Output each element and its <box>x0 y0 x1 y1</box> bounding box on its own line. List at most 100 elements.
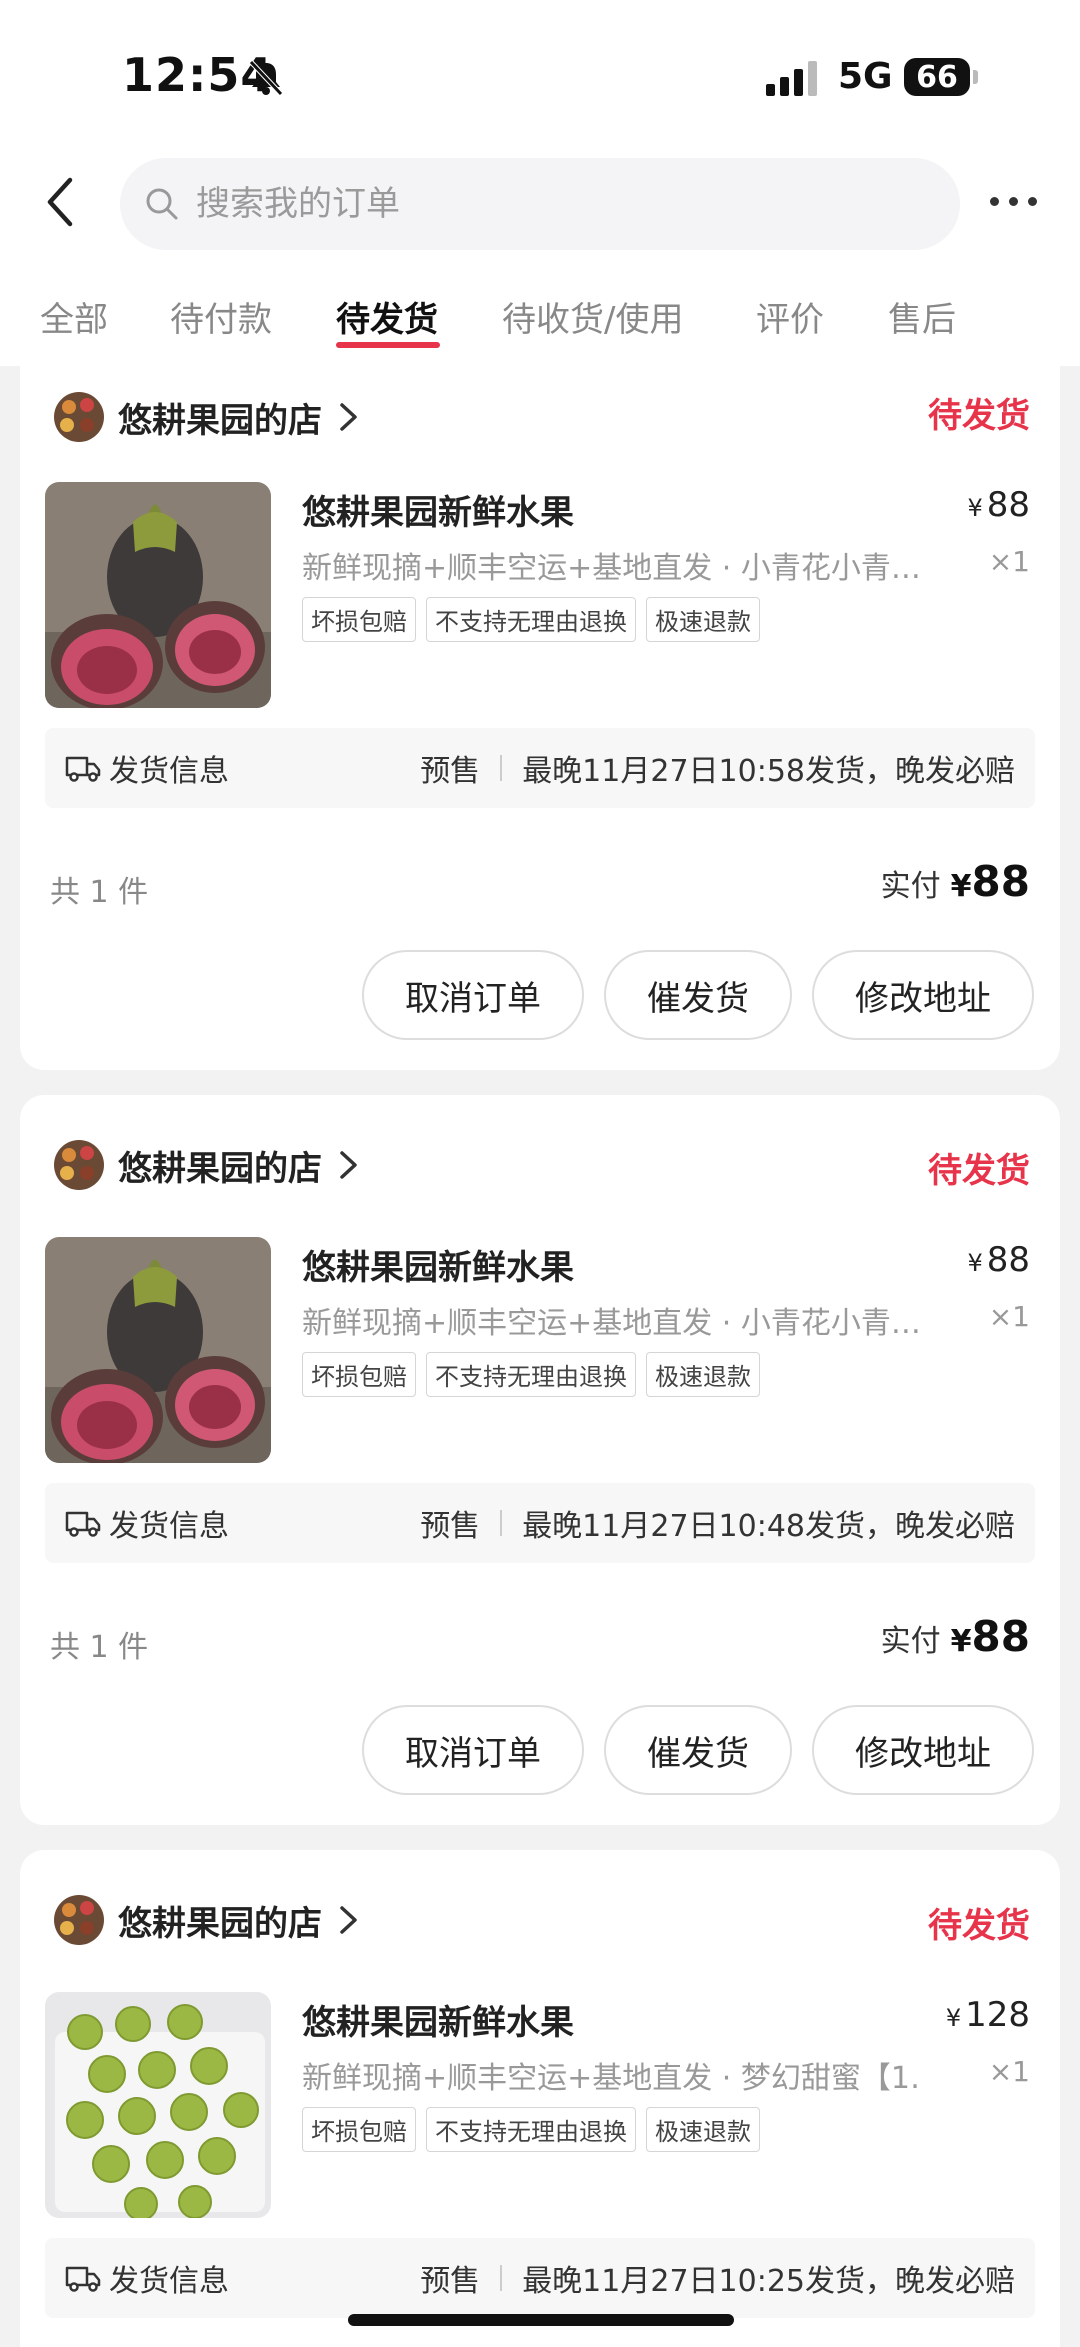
battery-icon: 66 <box>904 58 970 96</box>
product-spec: 新鲜现摘+顺丰空运+基地直发 · 梦幻甜蜜【1… <box>302 2061 922 2096</box>
currency-symbol: ¥ <box>967 494 983 522</box>
tab-pending-receipt[interactable]: 待收货/使用 <box>502 292 683 341</box>
product-image[interactable] <box>45 482 271 708</box>
shop-name: 悠耕果园的店 <box>118 1903 322 1944</box>
service-tag: 坏损包赔 <box>302 1352 416 1397</box>
shop-link[interactable]: 悠耕果园的店 <box>54 377 360 457</box>
shop-link[interactable]: 悠耕果园的店 <box>54 1125 360 1205</box>
order-status: 待发货 <box>928 1151 1030 1191</box>
product-price-value: 88 <box>986 485 1030 525</box>
product-quantity: ×1 <box>988 545 1030 578</box>
service-tag: 不支持无理由退换 <box>426 1352 636 1397</box>
chevron-right-icon <box>340 1906 357 1934</box>
divider <box>500 755 503 781</box>
urge-shipment-button[interactable]: 催发货 <box>604 950 792 1040</box>
currency-symbol: ¥ <box>967 1249 983 1277</box>
item-count: 共 1 件 <box>50 1630 149 1665</box>
cancel-order-button[interactable]: 取消订单 <box>362 950 584 1040</box>
service-tag: 不支持无理由退换 <box>426 597 636 642</box>
truck-icon <box>65 756 101 782</box>
service-tags: 坏损包赔 不支持无理由退换 极速退款 <box>302 1352 760 1397</box>
tab-all[interactable]: 全部 <box>40 292 108 341</box>
shipping-deadline: 最晚11月27日10:48发货，晚发必赔 <box>522 1509 1015 1544</box>
currency-symbol: ¥ <box>945 2004 962 2032</box>
shop-name: 悠耕果园的店 <box>118 1148 322 1189</box>
paid-amount: 实付 ¥ 88 <box>881 1612 1030 1661</box>
service-tag: 极速退款 <box>646 1352 760 1397</box>
shipping-deadline: 最晚11月27日10:25发货，晚发必赔 <box>522 2264 1015 2299</box>
battery-tip <box>973 70 978 84</box>
currency-symbol: ¥ <box>950 1624 972 1659</box>
status-bar: 12:54 5G 66 <box>0 0 1080 150</box>
shipping-info-label: 发货信息 <box>109 1509 229 1544</box>
shop-avatar <box>54 1895 104 1945</box>
product-price: ¥88 <box>967 1240 1030 1280</box>
order-tabs: 全部 待付款 待发货 待收货/使用 评价 售后 <box>0 280 1080 366</box>
tab-after-sales[interactable]: 售后 <box>888 292 956 341</box>
service-tag: 极速退款 <box>646 597 760 642</box>
shipping-info-label: 发货信息 <box>109 2264 229 2299</box>
shipping-info-label: 发货信息 <box>109 754 229 789</box>
search-icon <box>146 188 178 220</box>
order-status: 待发货 <box>928 1906 1030 1946</box>
search-input[interactable] <box>196 184 896 224</box>
divider <box>500 2265 503 2291</box>
active-tab-indicator <box>336 342 440 348</box>
paid-label: 实付 <box>880 1624 941 1659</box>
service-tag: 极速退款 <box>646 2107 760 2152</box>
order-card[interactable]: 悠耕果园的店 待发货 悠耕果园新鲜水果 ¥88 新鲜现摘+顺丰空运+基地直发 ·… <box>20 1095 1060 1825</box>
back-arrow-icon[interactable] <box>40 172 80 232</box>
product-price-value: 128 <box>965 1995 1030 2035</box>
service-tags: 坏损包赔 不支持无理由退换 极速退款 <box>302 597 760 642</box>
shop-name: 悠耕果园的店 <box>118 400 322 441</box>
product-title[interactable]: 悠耕果园新鲜水果 <box>302 1995 574 2044</box>
order-card[interactable]: 悠耕果园的店 待发货 悠耕果园新鲜水果 ¥128 新鲜现摘+顺丰空运+基地直发 … <box>20 1850 1060 2347</box>
shipping-info-bar[interactable]: 发货信息 预售 最晚11月27日10:58发货，晚发必赔 <box>45 728 1035 808</box>
bell-muted-icon <box>249 60 283 96</box>
paid-amount: 实付 ¥ 88 <box>881 857 1030 906</box>
tab-pending-payment[interactable]: 待付款 <box>170 292 272 341</box>
shipping-info-bar[interactable]: 发货信息 预售 最晚11月27日10:48发货，晚发必赔 <box>45 1483 1035 1563</box>
paid-amount-value: 88 <box>971 1612 1030 1661</box>
shipping-deadline: 最晚11月27日10:58发货，晚发必赔 <box>522 754 1015 789</box>
more-options-icon[interactable] <box>990 186 1050 216</box>
urge-shipment-button[interactable]: 催发货 <box>604 1705 792 1795</box>
product-spec: 新鲜现摘+顺丰空运+基地直发 · 小青花小青… <box>302 551 921 586</box>
shipping-info-bar[interactable]: 发货信息 预售 最晚11月27日10:25发货，晚发必赔 <box>45 2238 1035 2318</box>
tab-review[interactable]: 评价 <box>756 292 824 341</box>
battery-level: 66 <box>916 59 958 95</box>
product-quantity: ×1 <box>988 1300 1030 1333</box>
presale-label: 预售 <box>420 1509 481 1544</box>
product-price-value: 88 <box>986 1240 1030 1280</box>
change-address-button[interactable]: 修改地址 <box>812 1705 1034 1795</box>
shop-avatar <box>54 1140 104 1190</box>
shop-avatar <box>54 392 104 442</box>
paid-amount-value: 88 <box>971 857 1030 906</box>
divider <box>500 1510 503 1536</box>
product-price: ¥88 <box>967 485 1030 525</box>
order-status: 待发货 <box>928 396 1030 436</box>
chevron-right-icon <box>340 1151 357 1179</box>
item-count: 共 1 件 <box>50 875 149 910</box>
search-bar[interactable] <box>120 158 960 250</box>
presale-label: 预售 <box>420 2264 481 2299</box>
service-tag: 坏损包赔 <box>302 597 416 642</box>
order-card[interactable]: 悠耕果园的店 待发货 悠耕果园新鲜水果 ¥88 新鲜现摘+顺丰空运+基地直发 ·… <box>20 257 1060 1070</box>
truck-icon <box>65 1511 101 1537</box>
paid-label: 实付 <box>880 869 941 904</box>
change-address-button[interactable]: 修改地址 <box>812 950 1034 1040</box>
product-price: ¥128 <box>946 1995 1030 2035</box>
product-title[interactable]: 悠耕果园新鲜水果 <box>302 1240 574 1289</box>
shop-link[interactable]: 悠耕果园的店 <box>54 1880 360 1960</box>
product-title[interactable]: 悠耕果园新鲜水果 <box>302 485 574 534</box>
service-tag: 不支持无理由退换 <box>426 2107 636 2152</box>
service-tags: 坏损包赔 不支持无理由退换 极速退款 <box>302 2107 760 2152</box>
product-image[interactable] <box>45 1992 271 2218</box>
cancel-order-button[interactable]: 取消订单 <box>362 1705 584 1795</box>
cellular-signal-icon <box>766 61 817 96</box>
tab-pending-shipment[interactable]: 待发货 <box>336 292 438 341</box>
network-type: 5G <box>838 56 893 97</box>
currency-symbol: ¥ <box>950 869 972 904</box>
product-image[interactable] <box>45 1237 271 1463</box>
truck-icon <box>65 2266 101 2292</box>
